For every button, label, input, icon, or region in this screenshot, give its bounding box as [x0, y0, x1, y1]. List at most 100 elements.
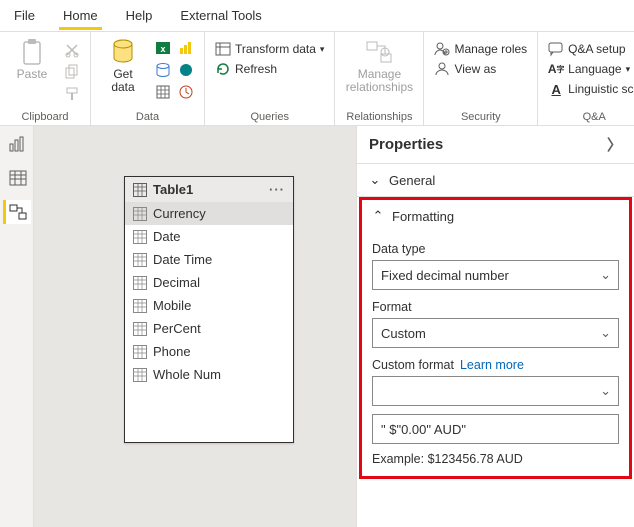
format-painter-icon[interactable]	[62, 84, 82, 104]
excel-source-icon[interactable]: x	[153, 38, 173, 58]
manage-relationships-label: Manage relationships	[346, 68, 413, 94]
custom-format-input[interactable]	[372, 414, 619, 444]
column-icon	[133, 368, 147, 382]
table-column-row[interactable]: Date Time	[125, 248, 293, 271]
view-as-icon	[434, 61, 450, 77]
model-canvas[interactable]: Table1 ··· Currency Date Date Time Decimal M…	[34, 126, 356, 527]
model-view-icon	[9, 204, 27, 220]
tab-home[interactable]: Home	[49, 2, 112, 29]
section-general[interactable]: ⌄ General	[357, 164, 634, 196]
table-column-row[interactable]: Phone	[125, 340, 293, 363]
column-icon	[133, 253, 147, 267]
column-name: Date	[153, 229, 180, 244]
menu-tabs: File Home Help External Tools	[0, 0, 634, 32]
data-type-label: Data type	[372, 242, 619, 256]
manage-relationships-button[interactable]: Manage relationships	[343, 36, 415, 94]
column-icon	[133, 230, 147, 244]
table-column-row[interactable]: PerCent	[125, 317, 293, 340]
table-card-header[interactable]: Table1 ···	[125, 177, 293, 202]
column-icon	[133, 299, 147, 313]
group-label-clipboard: Clipboard	[8, 109, 82, 123]
column-name: Decimal	[153, 275, 200, 290]
linguistic-schema-label: Linguistic sch	[568, 82, 634, 96]
group-label-qa: Q&A	[546, 109, 634, 123]
group-label-queries: Queries	[213, 109, 326, 123]
view-as-label: View as	[454, 62, 496, 76]
transform-icon	[215, 41, 231, 57]
group-label-data: Data	[99, 109, 196, 123]
get-data-button[interactable]: Get data	[99, 36, 147, 94]
column-name: Phone	[153, 344, 191, 359]
ribbon-group-clipboard: Paste Clipboard	[0, 32, 91, 125]
transform-data-button[interactable]: Transform data ▾	[213, 40, 326, 58]
tab-file[interactable]: File	[0, 2, 49, 29]
database-icon	[109, 38, 137, 66]
ribbon-group-qa: Q&A setup A字 Language ▾ A Linguistic sch…	[538, 32, 634, 125]
group-label-relationships: Relationships	[343, 109, 415, 123]
column-icon	[133, 207, 147, 221]
get-data-label: Get data	[111, 68, 134, 94]
group-label-security: Security	[432, 109, 529, 123]
custom-format-label: Custom format Learn more	[372, 358, 619, 372]
data-view-button[interactable]	[3, 166, 31, 190]
section-formatting-label: Formatting	[392, 209, 454, 224]
column-name: Currency	[153, 206, 206, 221]
format-select[interactable]: Custom	[372, 318, 619, 348]
properties-header: Properties 〉	[357, 126, 634, 163]
refresh-button[interactable]: Refresh	[213, 60, 326, 78]
learn-more-link[interactable]: Learn more	[460, 358, 524, 372]
column-name: Whole Num	[153, 367, 221, 382]
table-card[interactable]: Table1 ··· Currency Date Date Time Decimal M…	[124, 176, 294, 443]
enter-data-icon[interactable]	[153, 82, 173, 102]
linguistic-schema-button[interactable]: A Linguistic sch	[546, 80, 634, 98]
table-column-row[interactable]: Whole Num	[125, 363, 293, 386]
main-area: Table1 ··· Currency Date Date Time Decimal M…	[0, 126, 634, 527]
model-view-button[interactable]	[3, 200, 31, 224]
data-view-icon	[9, 170, 27, 186]
tab-external-tools[interactable]: External Tools	[166, 2, 275, 29]
properties-pane: Properties 〉 ⌄ General ⌃ Formatting Data…	[356, 126, 634, 527]
table-title: Table1	[153, 182, 193, 197]
cut-icon[interactable]	[62, 40, 82, 60]
expand-pane-icon[interactable]: 〉	[607, 134, 622, 155]
ribbon-group-security: Manage roles View as Security	[424, 32, 538, 125]
language-button[interactable]: A字 Language ▾	[546, 60, 634, 78]
language-icon: A字	[548, 61, 564, 77]
paste-button[interactable]: Paste	[8, 36, 56, 81]
chevron-down-icon: ⌄	[369, 172, 381, 188]
recent-sources-icon[interactable]	[176, 82, 196, 102]
pbi-dataset-icon[interactable]	[176, 38, 196, 58]
clipboard-icon	[18, 38, 46, 66]
view-as-button[interactable]: View as	[432, 60, 529, 78]
formatting-section-highlight: ⌃ Formatting Data type Fixed decimal num…	[359, 197, 632, 479]
table-column-row[interactable]: Currency	[125, 202, 293, 225]
ribbon-group-relationships: Manage relationships Relationships	[335, 32, 424, 125]
column-icon	[133, 345, 147, 359]
view-switcher	[0, 126, 34, 527]
refresh-icon	[215, 61, 231, 77]
report-view-button[interactable]	[3, 132, 31, 156]
table-menu-icon[interactable]: ···	[269, 182, 285, 197]
table-column-row[interactable]: Date	[125, 225, 293, 248]
relationships-icon	[365, 38, 393, 66]
refresh-label: Refresh	[235, 62, 277, 76]
qa-setup-button[interactable]: Q&A setup	[546, 40, 634, 58]
custom-format-select[interactable]	[372, 376, 619, 406]
custom-format-example: Example: $123456.78 AUD	[372, 452, 619, 466]
data-type-select[interactable]: Fixed decimal number	[372, 260, 619, 290]
tab-help[interactable]: Help	[112, 2, 167, 29]
ribbon-group-queries: Transform data ▾ Refresh Queries	[205, 32, 335, 125]
qa-setup-label: Q&A setup	[568, 42, 625, 56]
section-formatting[interactable]: ⌃ Formatting	[372, 200, 619, 232]
manage-roles-button[interactable]: Manage roles	[432, 40, 529, 58]
copy-icon[interactable]	[62, 62, 82, 82]
ribbon-group-data: Get data x Data	[91, 32, 205, 125]
table-card-spacer	[125, 386, 293, 442]
dataverse-icon[interactable]	[176, 60, 196, 80]
column-name: Date Time	[153, 252, 212, 267]
table-column-row[interactable]: Decimal	[125, 271, 293, 294]
sql-source-icon[interactable]	[153, 60, 173, 80]
svg-text:x: x	[160, 44, 165, 54]
table-column-row[interactable]: Mobile	[125, 294, 293, 317]
report-view-icon	[9, 136, 27, 152]
